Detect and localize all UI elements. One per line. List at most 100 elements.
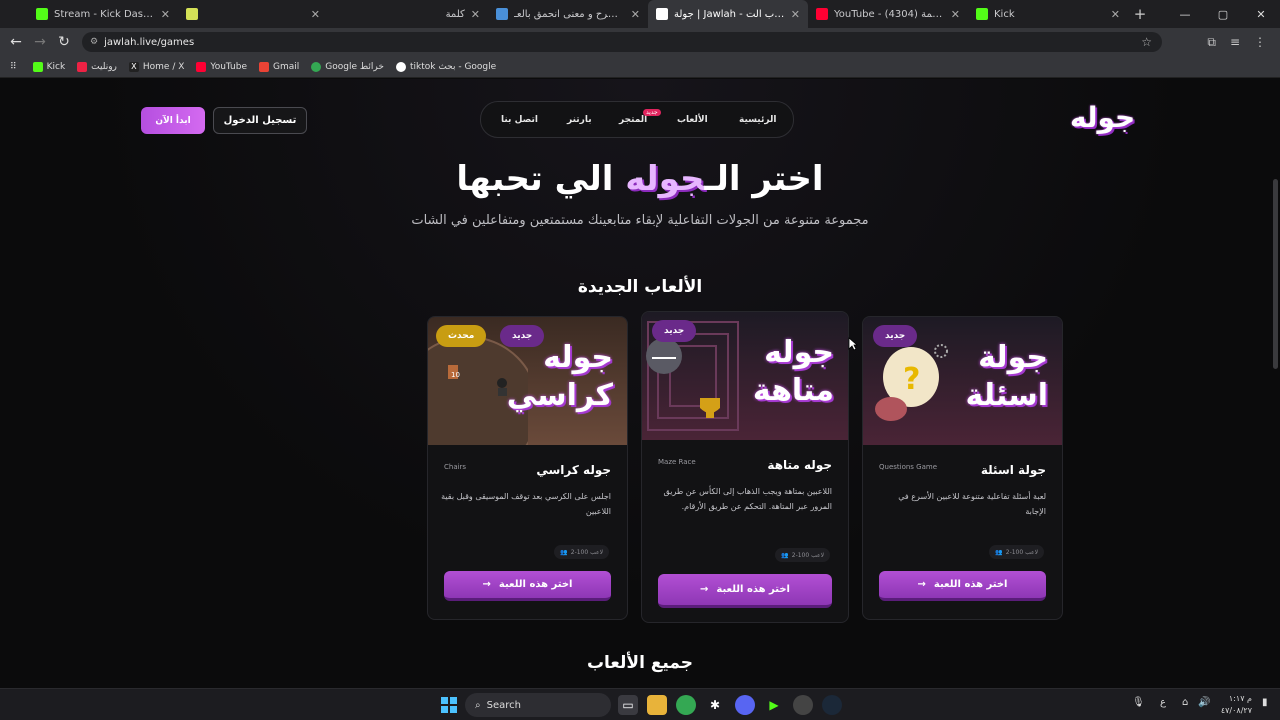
microphone-icon[interactable]: 🎙 bbox=[1132, 697, 1145, 708]
new-tab-button[interactable]: + bbox=[1128, 5, 1152, 23]
card-english-name: Chairs bbox=[444, 463, 467, 471]
clock[interactable]: م ١:١٧ ٤٧/٠٨/٢٧ bbox=[1221, 693, 1252, 717]
minimize-icon[interactable]: — bbox=[1166, 8, 1204, 21]
gmail-icon bbox=[259, 61, 269, 72]
close-icon[interactable]: ✕ bbox=[631, 8, 640, 21]
toolbar-icons: ⧉ ≡ ⋮ bbox=[1207, 28, 1274, 56]
nav-contact[interactable]: اتصل بنا bbox=[501, 115, 538, 125]
card-title: جوله متاهة bbox=[767, 458, 832, 472]
close-window-icon[interactable]: ✕ bbox=[1242, 8, 1280, 21]
browser-tab-bar: Stream - Kick Dashboard ✕ ✕ كلمة ✕ تعريف… bbox=[0, 0, 1280, 28]
card-image: ? جولة اسئلة جديد bbox=[863, 317, 1062, 445]
close-icon[interactable]: ✕ bbox=[471, 8, 480, 21]
search-icon: ⌕ bbox=[475, 699, 481, 711]
windows-start-icon[interactable] bbox=[439, 695, 459, 715]
login-button[interactable]: تسجيل الدخول bbox=[213, 107, 307, 134]
close-icon[interactable]: ✕ bbox=[311, 8, 320, 21]
tab-kick-dashboard[interactable]: Stream - Kick Dashboard ✕ bbox=[28, 0, 178, 28]
players-icon: 👥 bbox=[995, 548, 1003, 556]
bookmark-label: Kick bbox=[46, 61, 66, 72]
tab-definition[interactable]: تعريف و شرح و معنى انحمق بالعـ... ✕ bbox=[488, 0, 648, 28]
tab-label: YouTube - ترنيمة (4304) bbox=[834, 8, 945, 20]
card-description: اجلس على الكرسي بعد توقف الموسيقى وقبل ب… bbox=[441, 492, 611, 516]
tab-blank[interactable]: ✕ bbox=[178, 0, 328, 28]
close-icon[interactable]: ✕ bbox=[791, 8, 800, 21]
reload-icon[interactable]: ↻ bbox=[52, 34, 76, 50]
choose-game-button[interactable]: → اختر هذه اللعبة bbox=[658, 574, 832, 608]
taskbar-search[interactable]: ⌕ Search bbox=[465, 693, 611, 717]
youtube-icon bbox=[816, 8, 828, 20]
file-explorer-icon[interactable] bbox=[647, 695, 667, 715]
close-icon[interactable]: ✕ bbox=[951, 8, 960, 21]
players-count: 👥 2-100 لاعب bbox=[554, 545, 609, 559]
kick-icon bbox=[36, 8, 48, 20]
bookmark-youtube[interactable]: YouTube bbox=[196, 61, 247, 72]
dictionary-icon bbox=[496, 8, 508, 20]
hero-accent: جوله bbox=[625, 159, 705, 199]
hero-text-end: الي تحبها bbox=[456, 159, 626, 199]
start-now-button[interactable]: ابدأ الآن bbox=[141, 107, 205, 134]
discord-icon[interactable] bbox=[735, 695, 755, 715]
scrollbar[interactable] bbox=[1273, 179, 1278, 369]
menu-icon[interactable]: ⋮ bbox=[1254, 35, 1266, 49]
site-logo[interactable]: جوله bbox=[1070, 101, 1135, 134]
page-content: ابدأ الآن تسجيل الدخول اتصل بنا بارتنر ا… bbox=[0, 79, 1280, 688]
steam-icon[interactable] bbox=[822, 695, 842, 715]
game-card-questions[interactable]: ? جولة اسئلة جديد جولة اسئلة Questions G… bbox=[862, 316, 1063, 620]
bookmarks-bar: ⠿ Kick رونليت X Home / X YouTube Gmail Go… bbox=[0, 56, 1280, 78]
volume-icon[interactable]: 🔊 bbox=[1198, 697, 1210, 708]
nav-partner[interactable]: بارتنر bbox=[567, 115, 592, 125]
nav-games[interactable]: الألعاب bbox=[677, 115, 708, 125]
back-icon[interactable]: ← bbox=[4, 34, 28, 50]
play-icon[interactable]: ▶ bbox=[764, 695, 784, 715]
youtube-icon bbox=[196, 61, 207, 72]
chrome-icon[interactable] bbox=[676, 695, 696, 715]
arrow-right-icon: → bbox=[917, 579, 926, 590]
button-label: اختر هذه اللعبة bbox=[498, 579, 573, 590]
close-icon[interactable]: ✕ bbox=[1111, 8, 1120, 21]
close-icon[interactable]: ✕ bbox=[161, 8, 170, 21]
card-image: 10 جوله كراسي جديد محدث bbox=[428, 317, 627, 445]
hero-title: اختر الـجوله الي تحبها bbox=[0, 159, 1280, 199]
apps-icon[interactable]: ⠿ bbox=[10, 62, 17, 72]
tab-label: تعريف و شرح و معنى انحمق بالعـ... bbox=[514, 8, 625, 20]
site-info-icon[interactable]: ⚙ bbox=[90, 37, 98, 47]
x-icon: X bbox=[128, 61, 139, 72]
nav-store[interactable]: المتجر bbox=[619, 115, 647, 125]
bookmark-roulette[interactable]: رونليت bbox=[77, 61, 117, 72]
maximize-icon[interactable]: ▢ bbox=[1204, 8, 1242, 21]
choose-game-button[interactable]: → اختر هذه اللعبة bbox=[444, 571, 611, 601]
game-card-maze[interactable]: جوله متاهة جديد جوله متاهة Maze Race الل… bbox=[641, 311, 849, 623]
tab-kick[interactable]: Kick ✕ bbox=[968, 0, 1128, 28]
tab-jawlah[interactable]: جولة | Jawlah - منصة الألعاب الت... ✕ bbox=[648, 0, 808, 28]
app-icon[interactable]: ✱ bbox=[705, 695, 725, 715]
card-art-title: جولة اسئلة bbox=[965, 340, 1048, 413]
card-description: لعبة أسئلة تفاعلية متنوعة للاعبين الأسرع… bbox=[898, 492, 1046, 516]
players-icon: 👥 bbox=[781, 551, 789, 559]
bookmark-kick[interactable]: Kick bbox=[32, 61, 66, 72]
notifications-icon[interactable]: ▮ bbox=[1262, 697, 1268, 708]
bookmark-x[interactable]: X Home / X bbox=[128, 61, 184, 72]
app-2-icon[interactable] bbox=[793, 695, 813, 715]
store-new-badge: جديد bbox=[643, 109, 661, 116]
tab-youtube[interactable]: YouTube - ترنيمة (4304) ✕ bbox=[808, 0, 968, 28]
bookmark-maps[interactable]: Google خرائط bbox=[311, 61, 384, 72]
nav-home[interactable]: الرئيسية bbox=[739, 115, 776, 125]
extensions-icon[interactable]: ⧉ bbox=[1207, 35, 1216, 50]
forward-icon[interactable]: → bbox=[28, 34, 52, 50]
updated-badge: محدث bbox=[436, 325, 487, 347]
url-input[interactable]: ⚙ jawlah.live/games ☆ bbox=[82, 32, 1162, 52]
address-bar: ← → ↻ ⚙ jawlah.live/games ☆ ⧉ ≡ ⋮ bbox=[0, 28, 1280, 56]
bookmark-star-icon[interactable]: ☆ bbox=[1141, 35, 1152, 49]
tab-kalima[interactable]: كلمة ✕ bbox=[328, 0, 488, 28]
bookmark-gmail[interactable]: Gmail bbox=[259, 61, 299, 72]
language-indicator[interactable]: ع bbox=[1160, 697, 1166, 708]
task-view-icon[interactable]: ▭ bbox=[618, 695, 638, 715]
network-icon[interactable]: ⌂ bbox=[1182, 697, 1188, 708]
button-label: اختر هذه اللعبة bbox=[933, 579, 1008, 590]
mouse-cursor-icon bbox=[848, 337, 858, 351]
game-card-chairs[interactable]: 10 جوله كراسي جديد محدث جوله كراسي Chair… bbox=[427, 316, 628, 620]
reading-list-icon[interactable]: ≡ bbox=[1230, 35, 1240, 49]
bookmark-tiktok[interactable]: tiktok بحث - Google bbox=[395, 61, 496, 72]
choose-game-button[interactable]: → اختر هذه اللعبة bbox=[879, 571, 1046, 601]
